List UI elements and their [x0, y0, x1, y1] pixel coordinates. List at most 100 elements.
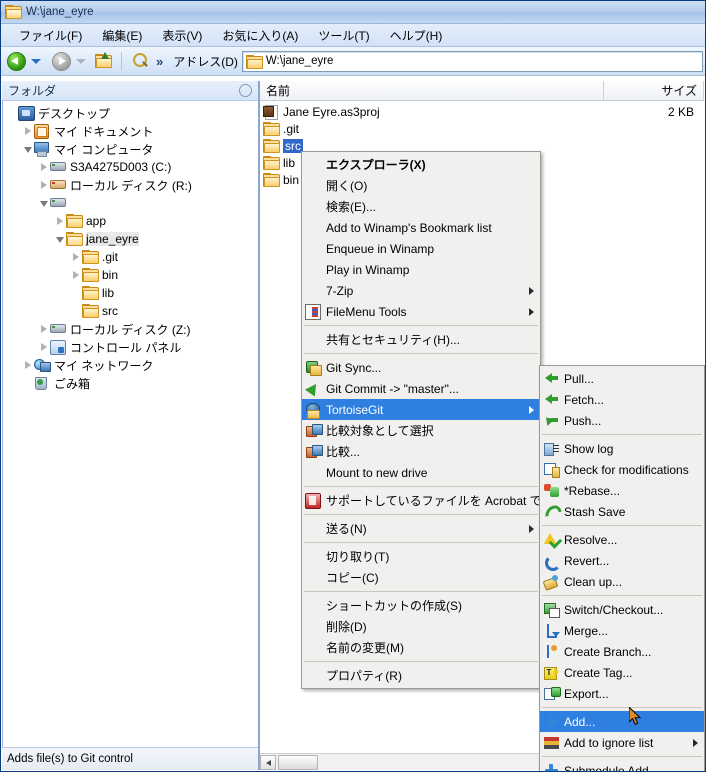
menu-item-[interactable]: 比較対象として選択	[302, 420, 540, 441]
menu-item-fetch[interactable]: Fetch...	[540, 389, 704, 410]
expand-icon[interactable]	[71, 270, 82, 281]
collapse-icon[interactable]	[39, 198, 50, 209]
tree-item-bin[interactable]: bin	[5, 266, 258, 284]
toolbar-overflow-button[interactable]: »	[150, 54, 169, 69]
menu-item-create-tag[interactable]: T Create Tag...	[540, 662, 704, 683]
tree-item-src[interactable]: src	[5, 302, 258, 320]
expand-icon[interactable]	[71, 252, 82, 263]
back-history-dropdown-icon[interactable]	[31, 58, 41, 64]
tree-item--[interactable]: マイ ネットワーク	[5, 356, 258, 374]
menu-item-push[interactable]: Push...	[540, 410, 704, 431]
scroll-left-button[interactable]	[260, 754, 276, 770]
expand-icon[interactable]	[39, 180, 50, 191]
column-size[interactable]: サイズ	[604, 81, 704, 100]
menu-help[interactable]: ヘルプ(H)	[380, 25, 453, 46]
menu-item-c[interactable]: コピー(C)	[302, 567, 540, 588]
tortoisegit-submenu[interactable]: Pull... Fetch... Push... Show log Check for …	[539, 365, 705, 771]
menu-item-x[interactable]: エクスプローラ(X)	[302, 154, 540, 175]
folder-tree[interactable]: デスクトップ マイ ドキュメント マイ コンピュータ S3A4275D003 (C:)…	[2, 101, 258, 747]
menu-item-m[interactable]: 名前の変更(M)	[302, 637, 540, 658]
menu-item-o[interactable]: 開く(O)	[302, 175, 540, 196]
menu-tools[interactable]: ツール(T)	[308, 25, 379, 46]
collapse-icon[interactable]	[55, 234, 66, 245]
menu-item-show-log[interactable]: Show log	[540, 438, 704, 459]
context-menu[interactable]: エクスプローラ(X) 開く(O) 検索(E)... Add to Winamp's B…	[301, 151, 576, 689]
column-name[interactable]: 名前	[260, 81, 604, 100]
menu-item-s[interactable]: ショートカットの作成(S)	[302, 595, 540, 616]
up-folder-button[interactable]	[95, 52, 113, 69]
menu-item-e[interactable]: 検索(E)...	[302, 196, 540, 217]
tree-item--[interactable]: マイ コンピュータ	[5, 140, 258, 158]
clean-up-icon	[542, 575, 559, 591]
menu-item-revert[interactable]: Revert...	[540, 550, 704, 571]
menu-item-[interactable]: 比較...	[302, 441, 540, 462]
menu-item-stash-save[interactable]: Stash Save	[540, 501, 704, 522]
menu-item-switch-checkout[interactable]: Switch/Checkout...	[540, 599, 704, 620]
menu-item-clean-up[interactable]: Clean up...	[540, 571, 704, 592]
menu-favorites[interactable]: お気に入り(A)	[212, 25, 308, 46]
forward-history-dropdown-icon[interactable]	[76, 58, 86, 64]
menu-item-label: Create Tag...	[564, 665, 633, 680]
tree-item-lib[interactable]: lib	[5, 284, 258, 302]
expand-icon[interactable]	[39, 162, 50, 173]
menu-item-acrobat[interactable]: サポートしているファイルを Acrobat で結合...	[302, 490, 576, 511]
menu-item-export[interactable]: Export...	[540, 683, 704, 704]
back-button[interactable]	[5, 49, 28, 73]
menu-item-tortoisegit[interactable]: TortoiseGit	[302, 399, 540, 420]
tree-item--[interactable]: マイ ドキュメント	[5, 122, 258, 140]
address-input[interactable]: W:\jane_eyre	[241, 50, 703, 72]
menu-item-check-for-modifications[interactable]: Check for modifications	[540, 459, 704, 480]
scroll-thumb[interactable]	[278, 754, 318, 770]
menu-item-r[interactable]: プロパティ(R)	[302, 665, 540, 686]
menu-item-rebase[interactable]: *Rebase...	[540, 480, 704, 501]
menu-edit[interactable]: 編集(E)	[92, 25, 152, 46]
menu-item-d[interactable]: 削除(D)	[302, 616, 540, 637]
tree-item--[interactable]: ごみ箱	[5, 374, 258, 392]
menu-item-resolve[interactable]: Resolve...	[540, 529, 704, 550]
menu-item-create-branch[interactable]: Create Branch...	[540, 641, 704, 662]
menu-item-n[interactable]: 送る(N)	[302, 518, 540, 539]
menu-item-7-zip[interactable]: 7-Zip	[302, 280, 540, 301]
menu-item-filemenu-tools[interactable]: FileMenu Tools	[302, 301, 540, 322]
menu-item-icon-slot	[302, 422, 324, 440]
menu-item-submodule-add[interactable]: Submodule Add	[540, 760, 704, 771]
file-row[interactable]: Jane Eyre.as3proj 2 KB	[260, 104, 704, 120]
menu-item-label: Pull...	[564, 371, 595, 386]
menu-item-icon-slot	[302, 492, 324, 510]
tree-item-jane_eyre[interactable]: jane_eyre	[5, 230, 258, 248]
menu-item-add[interactable]: Add...	[540, 711, 704, 732]
show-log-icon	[543, 442, 559, 456]
expand-icon[interactable]	[39, 324, 50, 335]
tree-item-unnamed[interactable]	[5, 194, 258, 212]
close-icon[interactable]	[239, 84, 252, 97]
expand-icon[interactable]	[23, 360, 34, 371]
tree-item-.git[interactable]: .git	[5, 248, 258, 266]
menu-item-add-to-ignore-list[interactable]: Add to ignore list	[540, 732, 704, 753]
collapse-icon[interactable]	[23, 144, 34, 155]
menu-item-git-commit-master[interactable]: Git Commit -> "master"...	[302, 378, 540, 399]
menu-item-pull[interactable]: Pull...	[540, 368, 704, 389]
menu-item-merge[interactable]: Merge...	[540, 620, 704, 641]
file-row[interactable]: .git	[260, 121, 704, 137]
expand-icon[interactable]	[55, 216, 66, 227]
expand-icon[interactable]	[39, 342, 50, 353]
menu-item-play-in-winamp[interactable]: Play in Winamp	[302, 259, 540, 280]
menu-item-enqueue-in-winamp[interactable]: Enqueue in Winamp	[302, 238, 540, 259]
tree-item--r-[interactable]: ローカル ディスク (R:)	[5, 176, 258, 194]
menu-item-t[interactable]: 切り取り(T)	[302, 546, 540, 567]
menu-item-git-sync[interactable]: Git Sync...	[302, 357, 540, 378]
expand-icon[interactable]	[23, 126, 34, 137]
tree-item--[interactable]: デスクトップ	[5, 104, 258, 122]
menu-item-add-to-winamp-s-bookmark-list[interactable]: Add to Winamp's Bookmark list	[302, 217, 540, 238]
menu-item-h[interactable]: 共有とセキュリティ(H)...	[302, 329, 540, 350]
tree-item-s3a4275d003-c-[interactable]: S3A4275D003 (C:)	[5, 158, 258, 176]
tree-item--z-[interactable]: ローカル ディスク (Z:)	[5, 320, 258, 338]
menu-item-mount-to-new-drive[interactable]: Mount to new drive	[302, 462, 540, 483]
menu-file[interactable]: ファイル(F)	[9, 25, 92, 46]
tree-item--[interactable]: コントロール パネル	[5, 338, 258, 356]
menu-view[interactable]: 表示(V)	[152, 25, 212, 46]
search-icon[interactable]	[132, 52, 150, 70]
tree-item-app[interactable]: app	[5, 212, 258, 230]
title-bar: W:\jane_eyre	[1, 1, 705, 24]
forward-button[interactable]	[50, 49, 73, 73]
